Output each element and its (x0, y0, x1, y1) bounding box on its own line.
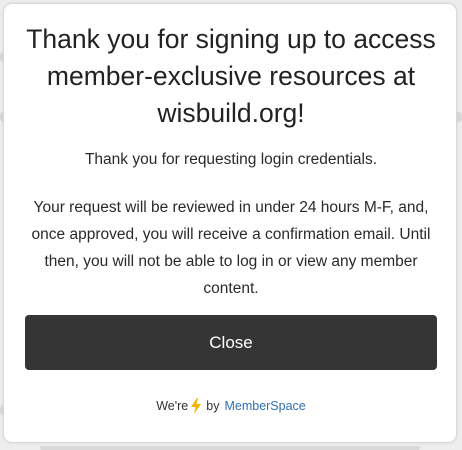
powered-by-footer: We're by MemberSpace (4, 398, 458, 414)
footer-prefix: We're (156, 399, 189, 413)
footer-connector: by (206, 399, 220, 413)
modal-body-text: Your request will be reviewed in under 2… (31, 199, 431, 297)
close-button[interactable]: Close (25, 315, 437, 370)
modal-title: Thank you for signing up to access membe… (26, 24, 436, 128)
modal-lead-text: Thank you for requesting login credentia… (84, 151, 378, 168)
signup-confirmation-modal: Thank you for signing up to access membe… (3, 3, 457, 443)
background-text (40, 446, 420, 450)
memberspace-link[interactable]: MemberSpace (224, 399, 305, 413)
lightning-bolt-icon (191, 398, 202, 414)
